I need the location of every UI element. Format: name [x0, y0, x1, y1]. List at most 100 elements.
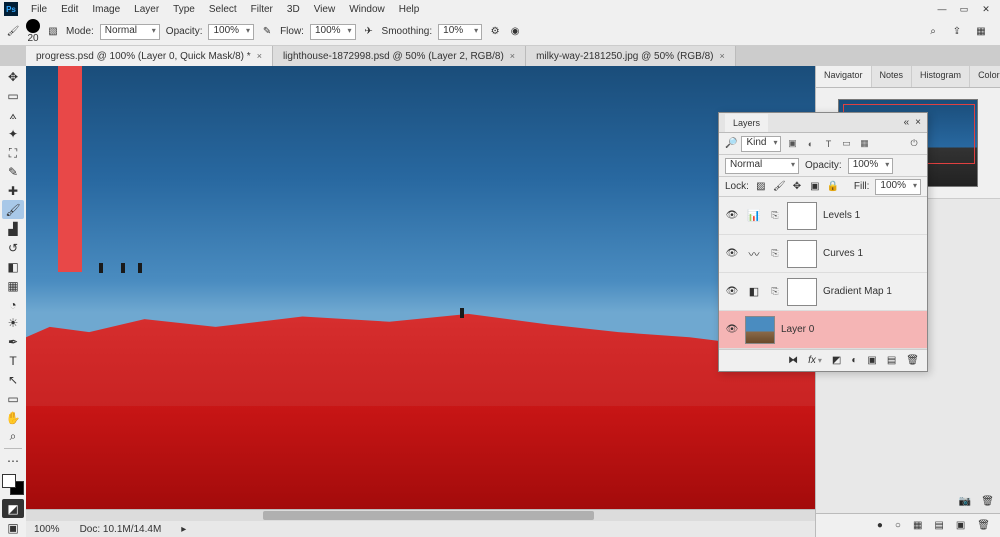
layer-name[interactable]: Levels 1 — [823, 210, 860, 221]
horizontal-scrollbar[interactable] — [26, 509, 815, 521]
lasso-tool[interactable]: ⟑ — [2, 106, 24, 125]
layer-row[interactable]: 👁 ◧ ⎘ Gradient Map 1 — [719, 273, 927, 311]
new-layer-icon[interactable]: ▤ — [887, 355, 896, 366]
menu-3d[interactable]: 3D — [280, 2, 307, 17]
foreground-swatch[interactable] — [2, 474, 16, 488]
quick-mask-toggle[interactable]: ◩ — [2, 499, 24, 518]
filter-shape-icon[interactable]: ▭ — [839, 137, 853, 151]
type-tool[interactable]: T — [2, 352, 24, 371]
opacity-input[interactable]: 100% — [208, 24, 254, 40]
status-arrow-icon[interactable]: ▸ — [181, 524, 186, 535]
trash-icon[interactable]: 🗑 — [977, 520, 990, 531]
lock-artboard-icon[interactable]: ▣ — [809, 181, 821, 192]
layer-name[interactable]: Layer 0 — [781, 324, 814, 335]
layer-mask-thumb[interactable] — [787, 240, 817, 268]
move-tool[interactable]: ✥ — [2, 68, 24, 87]
menu-edit[interactable]: Edit — [54, 2, 85, 17]
camera-icon[interactable]: 📷 — [959, 496, 971, 507]
eraser-tool[interactable]: ◧ — [2, 257, 24, 276]
tab-navigator[interactable]: Navigator — [816, 66, 872, 87]
blur-tool[interactable]: ◔ — [2, 295, 24, 314]
document-canvas[interactable] — [26, 66, 815, 514]
layer-mask-thumb[interactable] — [787, 202, 817, 230]
marquee-tool[interactable]: ▭ — [2, 87, 24, 106]
gradient-tool[interactable]: ▦ — [2, 276, 24, 295]
crop-tool[interactable]: ⛶ — [2, 144, 24, 163]
pressure-opacity-icon[interactable]: ✎ — [260, 25, 274, 39]
doc-icon[interactable]: ▤ — [934, 520, 943, 531]
tab-histogram[interactable]: Histogram — [912, 66, 970, 87]
close-icon[interactable]: × — [510, 51, 515, 61]
maximize-button[interactable]: ▭ — [954, 2, 974, 16]
layer-name[interactable]: Gradient Map 1 — [823, 286, 892, 297]
link-icon[interactable]: ⎘ — [769, 248, 781, 259]
layer-row[interactable]: 👁 📊 ⎘ Levels 1 — [719, 197, 927, 235]
add-mask-icon[interactable]: ◩ — [832, 355, 841, 366]
color-swatches[interactable] — [2, 474, 24, 495]
blend-mode-select[interactable]: Normal — [725, 158, 799, 174]
menu-type[interactable]: Type — [166, 2, 202, 17]
filter-type-icon[interactable]: T — [821, 137, 835, 151]
layer-row[interactable]: 👁 Layer 0 — [719, 311, 927, 349]
pressure-size-icon[interactable]: ◉ — [508, 25, 522, 39]
canvas-area[interactable]: 100% Doc: 10.1M/14.4M ▸ — [26, 66, 815, 537]
menu-image[interactable]: Image — [85, 2, 127, 17]
group-icon[interactable]: ▣ — [867, 355, 876, 366]
layer-style-icon[interactable]: fx▾ — [808, 355, 822, 366]
filter-search-icon[interactable]: 🔎 — [725, 138, 737, 149]
layer-row[interactable]: 👁 〰 ⎘ Curves 1 — [719, 235, 927, 273]
visibility-icon[interactable]: 👁 — [725, 286, 739, 297]
lock-all-icon[interactable]: 🔒 — [827, 181, 839, 192]
adjustment-layer-icon[interactable]: ◐ — [851, 355, 857, 366]
delete-layer-icon[interactable]: 🗑 — [906, 355, 919, 366]
menu-view[interactable]: View — [307, 2, 343, 17]
workspace-icon[interactable]: ▦ — [974, 25, 988, 39]
layers-tab[interactable]: Layers — [725, 114, 768, 132]
brush-tool[interactable]: 🖌 — [2, 200, 24, 219]
lock-transparent-icon[interactable]: ▨ — [755, 181, 767, 192]
folder-icon[interactable]: ▣ — [956, 520, 965, 531]
healing-tool[interactable]: ✚ — [2, 182, 24, 201]
layers-panel[interactable]: Layers « × 🔎 Kind ▣ ◐ T ▭ ▦ ⏻ Normal Opa… — [718, 112, 928, 372]
filter-toggle-icon[interactable]: ⏻ — [907, 137, 921, 151]
dodge-tool[interactable]: ☀ — [2, 314, 24, 333]
menu-select[interactable]: Select — [202, 2, 244, 17]
quick-select-tool[interactable]: ✦ — [2, 125, 24, 144]
visibility-icon[interactable]: 👁 — [725, 324, 739, 335]
hand-tool[interactable]: ✋ — [2, 409, 24, 428]
link-layers-icon[interactable]: ⧓ — [788, 355, 798, 366]
layer-thumbnail[interactable] — [745, 316, 775, 344]
stamp-tool[interactable]: ▟ — [2, 219, 24, 238]
menu-file[interactable]: File — [24, 2, 54, 17]
tab-color[interactable]: Color — [970, 66, 1000, 87]
smoothing-input[interactable]: 10% — [438, 24, 482, 40]
close-icon[interactable]: × — [915, 117, 921, 128]
collapse-icon[interactable]: « — [904, 117, 910, 128]
edit-toolbar[interactable]: ⋯ — [2, 451, 24, 470]
mode-select[interactable]: Normal — [100, 24, 160, 40]
brush-preview[interactable]: 20 — [26, 19, 40, 44]
filter-pixel-icon[interactable]: ▣ — [785, 137, 799, 151]
lock-paint-icon[interactable]: 🖌 — [773, 181, 785, 192]
filter-smart-icon[interactable]: ▦ — [857, 137, 871, 151]
path-select-tool[interactable]: ↖ — [2, 371, 24, 390]
fill-input[interactable]: 100% — [875, 179, 921, 195]
menu-help[interactable]: Help — [392, 2, 427, 17]
layer-mask-thumb[interactable] — [787, 278, 817, 306]
screen-mode[interactable]: ▣ — [2, 518, 24, 537]
airbrush-icon[interactable]: ✈ — [362, 25, 376, 39]
tool-preset-icon[interactable]: 🖌 — [6, 25, 20, 39]
pen-tool[interactable]: ✒ — [2, 333, 24, 352]
dot-icon[interactable]: ● — [877, 520, 883, 531]
menu-window[interactable]: Window — [342, 2, 392, 17]
flow-input[interactable]: 100% — [310, 24, 356, 40]
brush-settings-icon[interactable]: ▧ — [46, 25, 60, 39]
document-tab[interactable]: milky-way-2181250.jpg @ 50% (RGB/8) × — [526, 46, 736, 66]
menu-layer[interactable]: Layer — [127, 2, 166, 17]
grid-icon[interactable]: ▦ — [913, 520, 922, 531]
zoom-tool[interactable]: ⌕ — [2, 428, 24, 447]
layer-opacity-input[interactable]: 100% — [848, 158, 894, 174]
smoothing-options-icon[interactable]: ⚙ — [488, 25, 502, 39]
search-icon[interactable]: ⌕ — [926, 25, 940, 39]
document-tab[interactable]: lighthouse-1872998.psd @ 50% (Layer 2, R… — [273, 46, 526, 66]
